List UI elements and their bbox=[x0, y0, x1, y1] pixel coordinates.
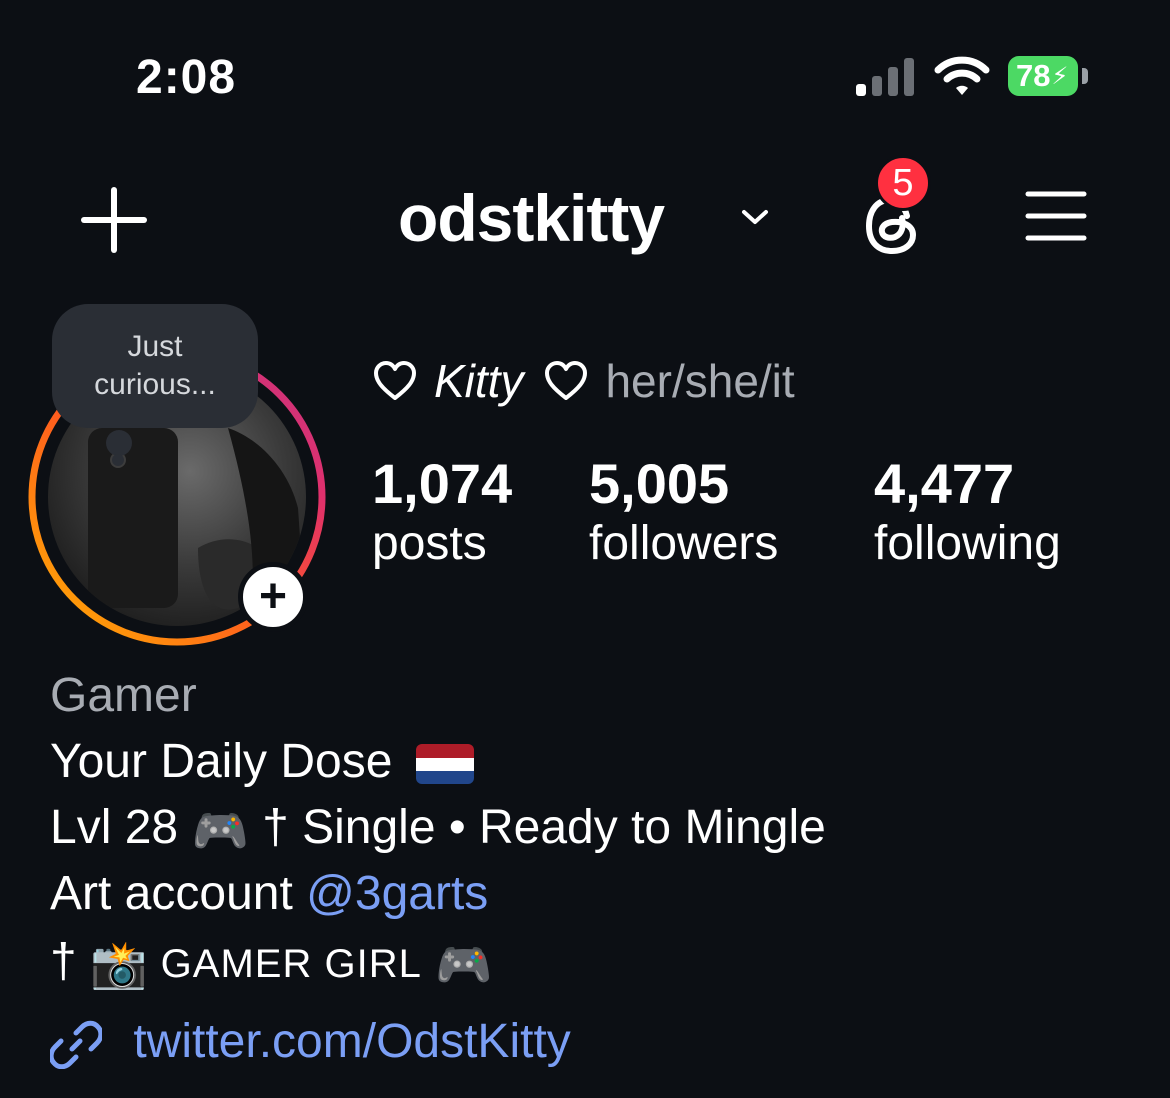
status-time: 2:08 bbox=[136, 51, 237, 104]
menu-icon[interactable] bbox=[1024, 188, 1088, 244]
bio-line-1-text: Your Daily Dose bbox=[50, 735, 393, 788]
chevron-down-icon[interactable] bbox=[738, 202, 772, 230]
battery-level: 78 bbox=[1016, 58, 1051, 93]
heart-icon bbox=[374, 361, 416, 400]
create-post-button[interactable] bbox=[80, 186, 148, 254]
pronouns: her/she/it bbox=[605, 355, 795, 407]
wifi-icon bbox=[934, 56, 990, 95]
display-name: Kitty bbox=[434, 355, 524, 407]
note-line-2: curious... bbox=[94, 368, 216, 401]
external-link-row[interactable]: twitter.com/OdstKitty bbox=[50, 1014, 571, 1070]
notification-badge: 5 bbox=[875, 155, 931, 211]
add-story-button[interactable]: + bbox=[238, 562, 308, 632]
bio-line-2-status: † Single • Ready to Mingle bbox=[262, 801, 826, 854]
external-link[interactable]: twitter.com/OdstKitty bbox=[133, 1015, 570, 1068]
battery-indicator: 78 ⚡ bbox=[1008, 56, 1094, 98]
heart-icon bbox=[545, 361, 588, 400]
camera-flash-icon: 📸 bbox=[90, 937, 148, 992]
cross-symbol: † bbox=[50, 935, 77, 988]
posts-count: 1,074 bbox=[372, 452, 513, 515]
charging-bolt-icon: ⚡ bbox=[1051, 62, 1069, 90]
stat-followers[interactable]: 5,005 followers bbox=[589, 452, 778, 572]
followers-label: followers bbox=[589, 517, 779, 570]
note-tail-dot-small bbox=[112, 454, 124, 466]
bio-line-4-text: GAMER GIRL bbox=[160, 942, 422, 986]
bio-line-3-text: Art account bbox=[50, 867, 293, 920]
bio-line-2-level: Lvl 28 bbox=[50, 801, 179, 854]
mention-link[interactable]: @3garts bbox=[306, 867, 488, 920]
game-controller-icon: 🎮 bbox=[191, 803, 249, 858]
followers-count: 5,005 bbox=[589, 452, 730, 515]
account-username[interactable]: odstkitty bbox=[398, 180, 665, 256]
game-controller-icon: 🎮 bbox=[435, 937, 493, 992]
bio-line-3: Art account @3garts bbox=[50, 866, 488, 922]
netherlands-flag-icon bbox=[415, 744, 474, 785]
bio-line-4: † 📸 GAMER GIRL 🎮 bbox=[50, 934, 492, 992]
cellular-signal-icon bbox=[856, 58, 914, 96]
link-icon bbox=[50, 1021, 102, 1070]
bio-line-1: Your Daily Dose bbox=[50, 734, 474, 790]
following-label: following bbox=[874, 517, 1061, 570]
note-line-1: Just bbox=[127, 330, 183, 363]
profile-category: Gamer bbox=[50, 669, 197, 722]
bio-line-2: Lvl 28 🎮 † Single • Ready to Mingle bbox=[50, 800, 826, 858]
profile-note[interactable]: Just curious... bbox=[52, 304, 258, 428]
stat-posts[interactable]: 1,074 posts bbox=[372, 452, 512, 572]
following-count: 4,477 bbox=[874, 452, 1015, 515]
note-tail-dot bbox=[106, 430, 132, 456]
posts-label: posts bbox=[372, 517, 487, 570]
display-name-row: Kitty her/she/it bbox=[372, 354, 795, 408]
stat-following[interactable]: 4,477 following bbox=[874, 452, 1061, 572]
